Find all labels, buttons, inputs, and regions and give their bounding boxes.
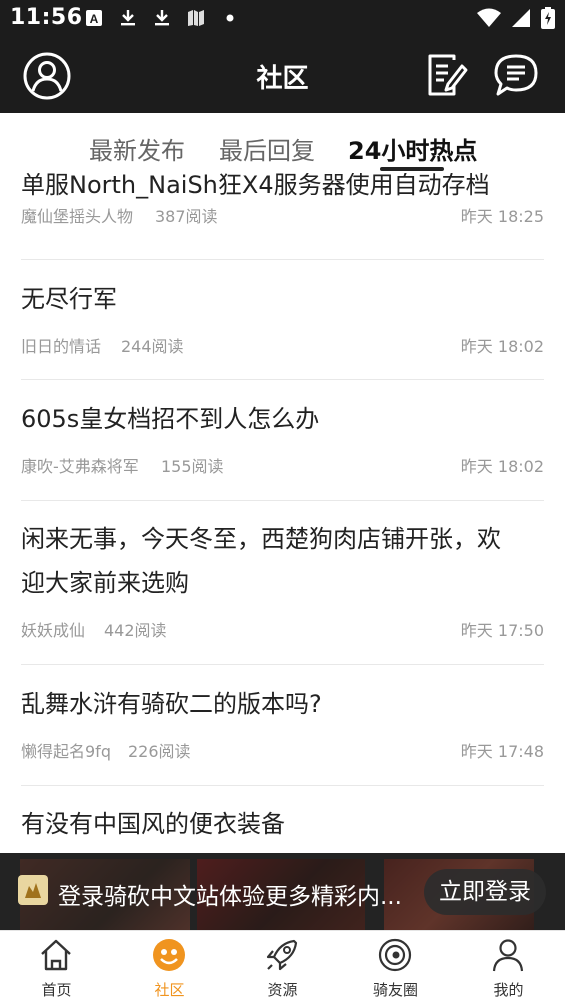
- post-meta: 旧日的情话 244阅读 昨天 18:02: [21, 333, 544, 357]
- app-logo-icon: [18, 875, 48, 905]
- post-item[interactable]: 乱舞水浒有骑砍二的版本吗? 懒得起名9fq 226阅读 昨天 17:48: [21, 682, 544, 762]
- divider: [21, 259, 544, 260]
- post-meta: 康吹-艾弗森将军 155阅读 昨天 18:02: [21, 453, 544, 477]
- svg-text:A: A: [90, 12, 99, 26]
- post-date: 昨天 17:50: [460, 621, 544, 640]
- nav-community[interactable]: 社区: [113, 931, 226, 1005]
- nav-resources[interactable]: 资源: [226, 931, 339, 1005]
- dot-icon: [220, 8, 240, 28]
- download-icon: [152, 8, 172, 28]
- post-item[interactable]: 单服North_NaiSh狂X4服务器使用自动存档 魔仙堡摇头人物 387阅读 …: [21, 173, 544, 227]
- notification-icons: A: [84, 8, 240, 28]
- post-date: 昨天 18:02: [460, 457, 544, 476]
- tab-24h-hot[interactable]: 24小时热点: [348, 131, 477, 166]
- nav-home[interactable]: 首页: [0, 931, 113, 1005]
- user-icon: [492, 939, 524, 972]
- edit-note-icon[interactable]: [424, 52, 468, 98]
- login-prompt-text: 登录骑砍中文站体验更多精彩内...: [58, 884, 402, 910]
- post-item[interactable]: 闲来无事，今天冬至，西楚狗肉店铺开张，欢 迎大家前来选购 妖妖成仙 442阅读 …: [21, 517, 544, 641]
- page-title: 社区: [256, 64, 309, 94]
- post-reads: 244阅读: [121, 337, 184, 356]
- post-title: 单服North_NaiSh狂X4服务器使用自动存档: [21, 173, 490, 199]
- divider: [21, 785, 544, 786]
- post-meta: 懒得起名9fq 226阅读 昨天 17:48: [21, 738, 544, 762]
- tab-latest[interactable]: 最新发布: [89, 131, 185, 166]
- bottom-nav: 首页 社区 资源 骑友圈 我的: [0, 930, 565, 1004]
- post-list: 单服North_NaiSh狂X4服务器使用自动存档 魔仙堡摇头人物 387阅读 …: [0, 173, 565, 930]
- home-icon: [41, 939, 71, 971]
- post-date: 昨天 18:25: [460, 207, 544, 226]
- community-icon: [153, 939, 185, 971]
- chat-bubble-icon[interactable]: [493, 52, 539, 98]
- post-author: 懒得起名9fq: [21, 742, 111, 761]
- login-button[interactable]: 立即登录: [424, 869, 546, 915]
- post-title: 乱舞水浒有骑砍二的版本吗?: [21, 690, 322, 718]
- post-title-line-1: 闲来无事，今天冬至，西楚狗肉店铺开张，欢: [21, 525, 501, 553]
- post-reads: 226阅读: [128, 742, 191, 761]
- post-title: 605s皇女档招不到人怎么办: [21, 405, 320, 433]
- battery-charging-icon: [541, 7, 555, 33]
- post-title: 无尽行军: [21, 285, 117, 313]
- cell-signal-icon: [511, 8, 531, 32]
- tab-bar: 最新发布 最后回复 24小时热点: [0, 113, 565, 173]
- wifi-icon: [477, 8, 501, 32]
- nav-label: 社区: [154, 981, 185, 999]
- nav-label: 首页: [41, 981, 72, 999]
- post-reads: 155阅读: [161, 457, 224, 476]
- accessibility-a-icon: A: [84, 8, 104, 28]
- nav-label: 我的: [493, 981, 524, 999]
- post-title: 有没有中国风的便衣装备: [21, 810, 285, 838]
- download-icon: [118, 8, 138, 28]
- post-item[interactable]: 无尽行军 旧日的情话 244阅读 昨天 18:02: [21, 277, 544, 357]
- post-reads: 387阅读: [155, 207, 218, 226]
- nav-label: 骑友圈: [372, 981, 418, 999]
- nav-label: 资源: [267, 981, 298, 999]
- post-reads: 442阅读: [104, 621, 167, 640]
- divider: [21, 664, 544, 665]
- status-time: 11:56: [10, 5, 83, 30]
- post-author: 康吹-艾弗森将军: [21, 457, 139, 476]
- post-item[interactable]: 有没有中国风的便衣装备: [21, 802, 544, 846]
- post-author: 妖妖成仙: [21, 621, 86, 640]
- post-meta: 妖妖成仙 442阅读 昨天 17:50: [21, 617, 544, 641]
- post-author: 魔仙堡摇头人物: [21, 207, 134, 226]
- post-item[interactable]: 605s皇女档招不到人怎么办 康吹-艾弗森将军 155阅读 昨天 18:02: [21, 397, 544, 477]
- nav-friends-circle[interactable]: 骑友圈: [339, 931, 452, 1005]
- post-author: 旧日的情话: [21, 337, 102, 356]
- post-title-line-2: 迎大家前来选购: [21, 569, 189, 597]
- post-meta: 魔仙堡摇头人物 387阅读 昨天 18:25: [21, 203, 544, 227]
- tab-indicator: [380, 167, 444, 171]
- tab-last-reply[interactable]: 最后回复: [219, 131, 315, 166]
- status-bar: 11:56 A: [0, 0, 565, 38]
- post-date: 昨天 18:02: [460, 337, 544, 356]
- rocket-icon: [266, 939, 298, 971]
- system-icons: [477, 7, 555, 33]
- nav-profile[interactable]: 我的: [452, 931, 565, 1005]
- login-banner[interactable]: 登录骑砍中文站体验更多精彩内... 立即登录: [0, 853, 565, 930]
- divider: [21, 500, 544, 501]
- planet-icon: [378, 938, 412, 972]
- post-date: 昨天 17:48: [460, 742, 544, 761]
- divider: [21, 379, 544, 380]
- app-bar: 社区: [0, 38, 565, 113]
- book-icon: [186, 8, 206, 28]
